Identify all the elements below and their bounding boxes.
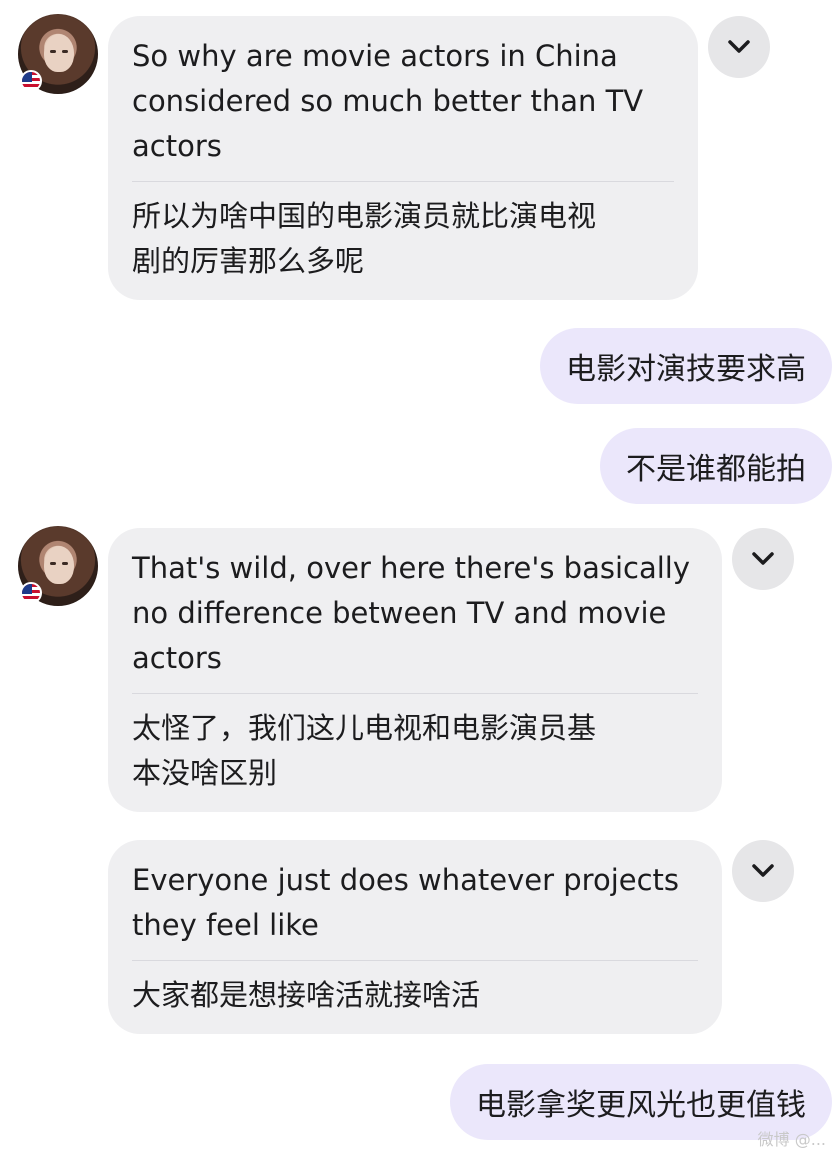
us-flag-icon: [20, 582, 42, 604]
translation-divider: [132, 960, 698, 961]
message-menu-button[interactable]: [732, 840, 794, 902]
avatar-eye: [62, 50, 68, 53]
message-bubble-received[interactable]: Everyone just does whatever projects the…: [108, 840, 722, 1034]
message-bubble-received[interactable]: That's wild, over here there's basically…: [108, 528, 722, 812]
chevron-down-icon: [752, 864, 774, 877]
message-text: That's wild, over here there's basically…: [132, 551, 691, 675]
message-translation: 大家都是想接啥活就接啥活: [132, 978, 481, 1012]
us-flag-icon: [20, 70, 42, 92]
chevron-down-icon: [752, 552, 774, 565]
avatar-eye: [50, 50, 56, 53]
message-menu-button[interactable]: [708, 16, 770, 78]
message-text: Everyone just does whatever projects the…: [132, 863, 680, 942]
translation-divider: [132, 181, 674, 182]
avatar-face: [44, 546, 74, 584]
avatar-eye: [50, 562, 56, 565]
message-text: So why are movie actors in China conside…: [132, 39, 644, 163]
message-translation: 所以为啥中国的电影演员就比演电视 剧的厉害那么多呢: [132, 199, 597, 278]
avatar-face: [44, 34, 74, 72]
message-text: 不是谁都能拍: [626, 452, 806, 487]
message-menu-button[interactable]: [732, 528, 794, 590]
chevron-down-icon: [728, 40, 750, 53]
watermark: 微博 @...: [757, 1130, 826, 1149]
avatar-eye: [62, 562, 68, 565]
message-text: 电影拿奖更风光也更值钱: [476, 1088, 806, 1123]
message-bubble-sent[interactable]: 不是谁都能拍: [600, 428, 832, 504]
message-bubble-sent[interactable]: 电影对演技要求高: [540, 328, 832, 404]
message-bubble-received[interactable]: So why are movie actors in China conside…: [108, 16, 698, 300]
message-translation: 太怪了，我们这儿电视和电影演员基 本没啥区别: [132, 711, 597, 790]
translation-divider: [132, 693, 698, 694]
message-text: 电影对演技要求高: [566, 352, 806, 387]
